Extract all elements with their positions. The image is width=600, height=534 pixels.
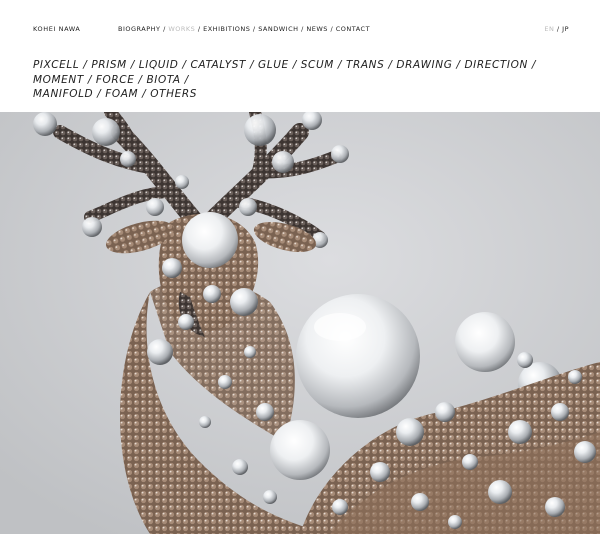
nav-contact[interactable]: CONTACT	[336, 25, 370, 33]
series-drawing[interactable]: DRAWING	[396, 59, 452, 71]
series-separator: /	[134, 73, 147, 86]
nav-separator: /	[327, 25, 336, 33]
series-separator: /	[79, 59, 92, 71]
site-logo[interactable]: KOHEI NAWA	[33, 25, 80, 33]
series-foam[interactable]: FOAM	[105, 88, 138, 100]
nav-separator: /	[195, 25, 204, 33]
series-catalyst[interactable]: CATALYST	[191, 59, 247, 71]
hero-artwork-image[interactable]	[0, 112, 600, 534]
series-pixcell[interactable]: PIXCELL	[33, 59, 79, 71]
series-liquid[interactable]: LIQUID	[139, 59, 179, 71]
nav-news[interactable]: NEWS	[306, 25, 328, 33]
series-scum[interactable]: SCUM	[301, 59, 334, 71]
site-header: KOHEI NAWA BIOGRAPHY / WORKS / EXHIBITIO…	[0, 0, 600, 112]
lang-separator: /	[554, 25, 563, 33]
series-biota[interactable]: BIOTA	[147, 74, 181, 86]
series-separator: /	[452, 59, 465, 71]
series-separator: /	[126, 59, 139, 71]
series-separator: /	[180, 73, 189, 86]
series-separator: /	[246, 59, 259, 71]
series-moment[interactable]: MOMENT	[33, 74, 84, 86]
lang-en[interactable]: EN	[544, 25, 554, 33]
nav-separator: /	[250, 25, 259, 33]
series-separator: /	[178, 59, 191, 71]
crystal-deer-sculpture	[0, 112, 600, 534]
series-separator: /	[384, 59, 397, 71]
nav-biography[interactable]: BIOGRAPHY	[118, 25, 161, 33]
series-force[interactable]: FORCE	[96, 74, 135, 86]
series-separator: /	[333, 59, 346, 71]
nav-works[interactable]: WORKS	[168, 25, 195, 33]
series-manifold[interactable]: MANIFOLD	[33, 88, 93, 100]
series-separator: /	[138, 88, 151, 100]
series-separator: /	[93, 88, 106, 100]
language-switcher: EN / JP	[544, 25, 569, 33]
series-others[interactable]: OTHERS	[150, 88, 197, 100]
series-direction[interactable]: DIRECTION	[464, 59, 527, 71]
nav-exhibitions[interactable]: EXHIBITIONS	[203, 25, 250, 33]
main-nav: BIOGRAPHY / WORKS / EXHIBITIONS / SANDWI…	[118, 25, 370, 33]
lang-jp[interactable]: JP	[562, 25, 569, 33]
series-prism[interactable]: PRISM	[91, 59, 126, 71]
series-separator: /	[527, 59, 537, 71]
series-trans[interactable]: TRANS	[346, 59, 384, 71]
works-series-nav: PIXCELL / PRISM / LIQUID / CATALYST / GL…	[33, 58, 583, 102]
nav-sandwich[interactable]: SANDWICH	[258, 25, 298, 33]
series-separator: /	[288, 59, 301, 71]
series-glue[interactable]: GLUE	[258, 59, 289, 71]
series-separator: /	[83, 73, 96, 86]
